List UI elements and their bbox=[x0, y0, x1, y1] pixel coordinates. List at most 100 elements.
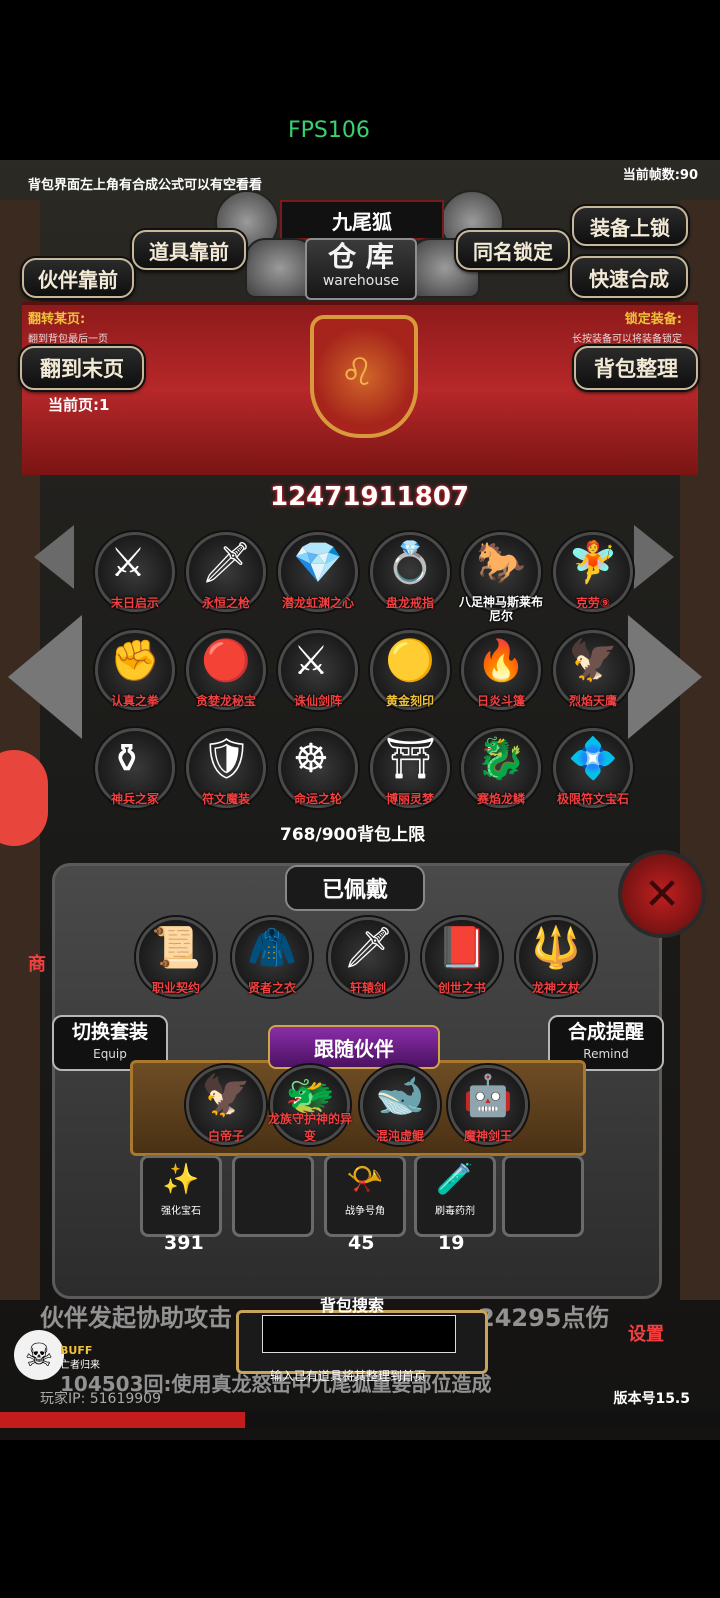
inventory-icon: 🧪 bbox=[436, 1162, 474, 1197]
companion-front-button[interactable]: 伙伴靠前 bbox=[22, 258, 134, 298]
inventory-icon: ✨ bbox=[162, 1162, 200, 1197]
inventory-count: 19 bbox=[438, 1232, 465, 1254]
item-slot[interactable]: ⚱ 神兵之冢 bbox=[95, 728, 175, 808]
equipped-icon: 📜 bbox=[151, 925, 201, 971]
buff-skull-icon[interactable]: ☠ bbox=[14, 1330, 64, 1380]
item-label: 神兵之冢 bbox=[110, 792, 159, 806]
shop-label[interactable]: 商 bbox=[28, 950, 46, 976]
top-hint: 背包界面左上角有合成公式可以有空看看 bbox=[28, 178, 263, 193]
bag-capacity: 768/900背包上限 bbox=[280, 825, 426, 845]
item-slot[interactable]: 🛡 符文魔装 bbox=[186, 728, 266, 808]
merge-remind-label: 合成提醒 bbox=[567, 1021, 644, 1043]
item-label: 潜龙虹渊之心 bbox=[281, 596, 354, 610]
item-slot[interactable]: ⚔ 诛仙剑阵 bbox=[278, 630, 358, 710]
equip-lock-button[interactable]: 装备上锁 bbox=[572, 206, 688, 246]
pet-name-title: 九尾狐 bbox=[280, 200, 444, 240]
equipped-label: 贤者之衣 bbox=[247, 981, 296, 995]
item-slot[interactable]: ✊ 认真之拳 bbox=[95, 630, 175, 710]
companion-slot[interactable]: 🐲 龙族守护神的异变 bbox=[268, 1065, 352, 1145]
sort-bag-button[interactable]: 背包整理 bbox=[574, 346, 698, 390]
equipped-label: 龙神之杖 bbox=[531, 981, 580, 995]
prev-page-arrow-icon[interactable] bbox=[8, 615, 82, 739]
equipped-label: 轩辕剑 bbox=[349, 981, 386, 995]
equipped-slot[interactable]: 🔱 龙神之杖 bbox=[516, 917, 596, 997]
item-slot[interactable]: 💎 潜龙虹渊之心 bbox=[278, 532, 358, 612]
item-slot[interactable]: 🐎 八足神马斯莱布尼尔 bbox=[459, 532, 543, 623]
companion-label: 龙族守护神的异变 bbox=[267, 1112, 352, 1143]
companion-label: 魔神剑王 bbox=[463, 1129, 512, 1143]
item-slot[interactable]: 💍 盘龙戒指 bbox=[370, 532, 450, 612]
inventory-slot[interactable]: 📯 战争号角 bbox=[324, 1155, 406, 1237]
companion-icon: 🤖 bbox=[463, 1073, 513, 1119]
item-label: 诛仙剑阵 bbox=[293, 694, 342, 708]
search-title: 背包搜索 bbox=[320, 1296, 385, 1315]
equipped-icon: 🗡 bbox=[343, 925, 394, 971]
equipped-slot[interactable]: 📜 职业契约 bbox=[136, 917, 216, 997]
lock-equip-hint: 长按装备可以将装备锁定 bbox=[572, 334, 682, 345]
equipped-title: 已佩戴 bbox=[285, 865, 425, 911]
battle-log-right: 24295点伤 bbox=[478, 1304, 610, 1332]
item-label: 符文魔装 bbox=[201, 792, 250, 806]
equipped-slot[interactable]: 🗡 轩辕剑 bbox=[328, 917, 408, 997]
equipped-icon: 📕 bbox=[437, 925, 487, 971]
settings-button[interactable]: 设置 bbox=[628, 1320, 664, 1346]
item-slot[interactable]: 🦅 烈焰天鹰 bbox=[553, 630, 633, 710]
companion-slot[interactable]: 🤖 魔神剑王 bbox=[448, 1065, 528, 1145]
item-icon: 🐎 bbox=[476, 540, 526, 586]
item-slot[interactable]: 🔴 贪婪龙秘宝 bbox=[186, 630, 266, 710]
item-icon: 🟡 bbox=[385, 638, 435, 684]
gold-amount: 12471911807 bbox=[270, 482, 469, 512]
warehouse-title-en: warehouse bbox=[322, 273, 400, 289]
item-slot[interactable]: ⛩ 博丽灵梦 bbox=[370, 728, 450, 808]
next-page-arrow-icon[interactable] bbox=[628, 615, 702, 739]
flip-page-label: 翻转某页: bbox=[28, 312, 86, 327]
inventory-name: 战争号角 bbox=[345, 1206, 385, 1217]
item-slot[interactable]: ☸ 命运之轮 bbox=[278, 728, 358, 808]
item-slot[interactable]: 💠 极限符文宝石 bbox=[553, 728, 633, 808]
inventory-count: 391 bbox=[164, 1232, 204, 1254]
lion-icon: ♌ bbox=[340, 350, 375, 394]
search-input[interactable] bbox=[262, 1315, 456, 1353]
flip-page-hint: 翻到背包最后一页 bbox=[28, 334, 108, 345]
item-slot[interactable]: 🧚 克劳⑨ bbox=[553, 532, 633, 612]
follow-companion-title: 跟随伙伴 bbox=[268, 1025, 440, 1069]
inventory-slot[interactable]: 🧪 刷毒药剂 bbox=[414, 1155, 496, 1237]
item-label: 烈焰天鹰 bbox=[568, 694, 617, 708]
item-slot[interactable]: 🔥 日炎斗篷 bbox=[461, 630, 541, 710]
item-slot[interactable]: 🟡 黄金刻印 bbox=[370, 630, 450, 710]
search-hint: 输入已有道具将其整理到首页 bbox=[270, 1369, 427, 1383]
item-slot[interactable]: 🐉 赛焰龙鳞 bbox=[461, 728, 541, 808]
inventory-icon: 📯 bbox=[346, 1162, 384, 1197]
companion-slot[interactable]: 🦅 白帝子 bbox=[186, 1065, 266, 1145]
inventory-slot[interactable]: ✨ 强化宝石 bbox=[140, 1155, 222, 1237]
close-icon: ✕ bbox=[643, 868, 681, 920]
version: 版本号15.5 bbox=[613, 1391, 690, 1407]
items-front-button[interactable]: 道具靠前 bbox=[132, 230, 246, 270]
player-avatar-icon[interactable] bbox=[0, 750, 48, 846]
same-name-lock-button[interactable]: 同名锁定 bbox=[456, 230, 570, 270]
buff-sub-label: 亡者归来 bbox=[60, 1360, 100, 1371]
equipped-label: 创世之书 bbox=[437, 981, 486, 995]
quick-merge-button[interactable]: 快速合成 bbox=[570, 256, 688, 298]
close-button[interactable]: ✕ bbox=[618, 850, 706, 938]
next-page-small-arrow-icon[interactable] bbox=[634, 525, 674, 589]
companion-slot[interactable]: 🐋 混沌虚鲲 bbox=[360, 1065, 440, 1145]
item-label: 末日启示 bbox=[110, 596, 159, 610]
inventory-slot[interactable] bbox=[232, 1155, 314, 1237]
frame-rate: 当前帧数:90 bbox=[622, 168, 698, 183]
equipped-slot[interactable]: 🧥 贤者之衣 bbox=[232, 917, 312, 997]
merge-remind-sublabel: Remind bbox=[583, 1047, 629, 1061]
item-icon: 💍 bbox=[385, 540, 435, 586]
equipped-slot[interactable]: 📕 创世之书 bbox=[422, 917, 502, 997]
item-icon: ⚔ bbox=[293, 638, 329, 684]
progress-bar bbox=[0, 1412, 720, 1428]
battle-log-left: 伙伴发起协助攻击 bbox=[40, 1304, 232, 1332]
prev-page-small-arrow-icon[interactable] bbox=[34, 525, 74, 589]
item-icon: ☸ bbox=[293, 736, 329, 782]
item-slot[interactable]: ⚔ 末日启示 bbox=[95, 532, 175, 612]
inventory-slot[interactable] bbox=[502, 1155, 584, 1237]
inventory-name: 刷毒药剂 bbox=[435, 1206, 475, 1217]
item-icon: 🔴 bbox=[201, 638, 251, 684]
last-page-button[interactable]: 翻到末页 bbox=[20, 346, 144, 390]
item-slot[interactable]: 🗡 永恒之枪 bbox=[186, 532, 266, 612]
